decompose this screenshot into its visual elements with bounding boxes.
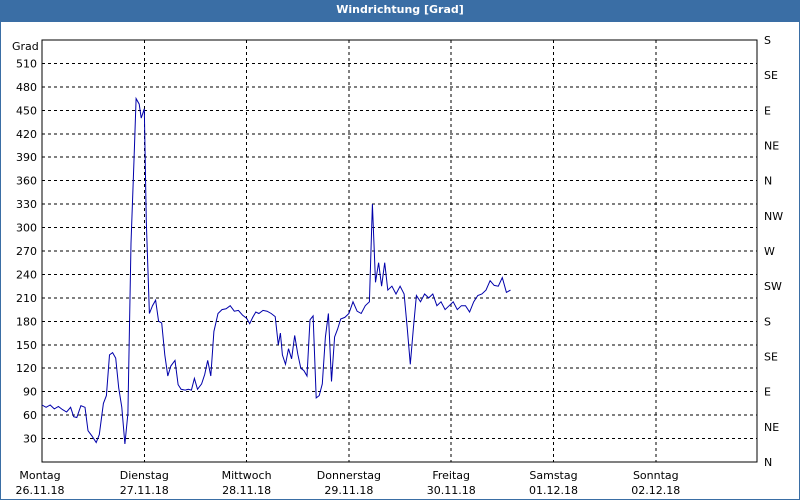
- compass-tick-label: NE: [764, 421, 779, 434]
- y-tick-label: 270: [16, 245, 37, 258]
- y-tick-label: 180: [16, 315, 37, 328]
- y-tick-label: 30: [23, 433, 37, 446]
- wind-direction-line: [41, 96, 511, 445]
- x-tick-date-label: 29.11.18: [324, 484, 373, 497]
- compass-tick-label: N: [764, 456, 772, 469]
- wind-direction-chart: Grad 30 60 90 120 150 180 210 240 270 300 330 360 39…: [12, 34, 783, 497]
- y-tick-label: 330: [16, 198, 37, 211]
- x-tick-date-label: 30.11.18: [427, 484, 476, 497]
- compass-tick-label: N: [764, 175, 772, 188]
- y-tick-label: 480: [16, 81, 37, 94]
- y-tick-label: 510: [16, 57, 37, 70]
- compass-tick-label: S: [764, 315, 771, 328]
- x-tick-date-label: 02.12.18: [631, 484, 680, 497]
- x-tick-date-label: 28.11.18: [222, 484, 271, 497]
- y-tick-label: 120: [16, 362, 37, 375]
- y-tick-label: 450: [16, 104, 37, 117]
- compass-tick-label: SE: [764, 69, 778, 82]
- x-tick-date-label: 01.12.18: [529, 484, 578, 497]
- compass-tick-label: SE: [764, 351, 778, 364]
- y-tick-label: 390: [16, 151, 37, 164]
- y-tick-label: 360: [16, 175, 37, 188]
- y-tick-label: 210: [16, 292, 37, 305]
- x-tick-day-label: Donnerstag: [317, 469, 381, 482]
- compass-tick-label: E: [764, 104, 771, 117]
- x-tick-date-label: 26.11.18: [16, 484, 65, 497]
- x-tick-day-label: Dienstag: [120, 469, 169, 482]
- y-tick-label: 240: [16, 268, 37, 281]
- compass-tick-label: S: [764, 34, 771, 47]
- y-tick-label: 420: [16, 128, 37, 141]
- compass-tick-label: E: [764, 386, 771, 399]
- x-tick-date-label: 27.11.18: [120, 484, 169, 497]
- x-tick-day-label: Samstag: [529, 469, 577, 482]
- y-axis-label: Grad: [12, 40, 39, 53]
- x-tick-day-label: Freitag: [432, 469, 470, 482]
- compass-tick-label: W: [764, 245, 775, 258]
- x-tick-day-label: Sonntag: [633, 469, 679, 482]
- y-tick-label: 150: [16, 339, 37, 352]
- y-tick-label: 90: [23, 386, 37, 399]
- y-tick-label: 60: [23, 409, 37, 422]
- compass-tick-label: NE: [764, 140, 779, 153]
- compass-tick-label: SW: [764, 280, 782, 293]
- x-tick-day-label: Mittwoch: [222, 469, 272, 482]
- compass-tick-label: NW: [764, 210, 783, 223]
- x-tick-day-label: Montag: [19, 469, 60, 482]
- y-tick-label: 300: [16, 222, 37, 235]
